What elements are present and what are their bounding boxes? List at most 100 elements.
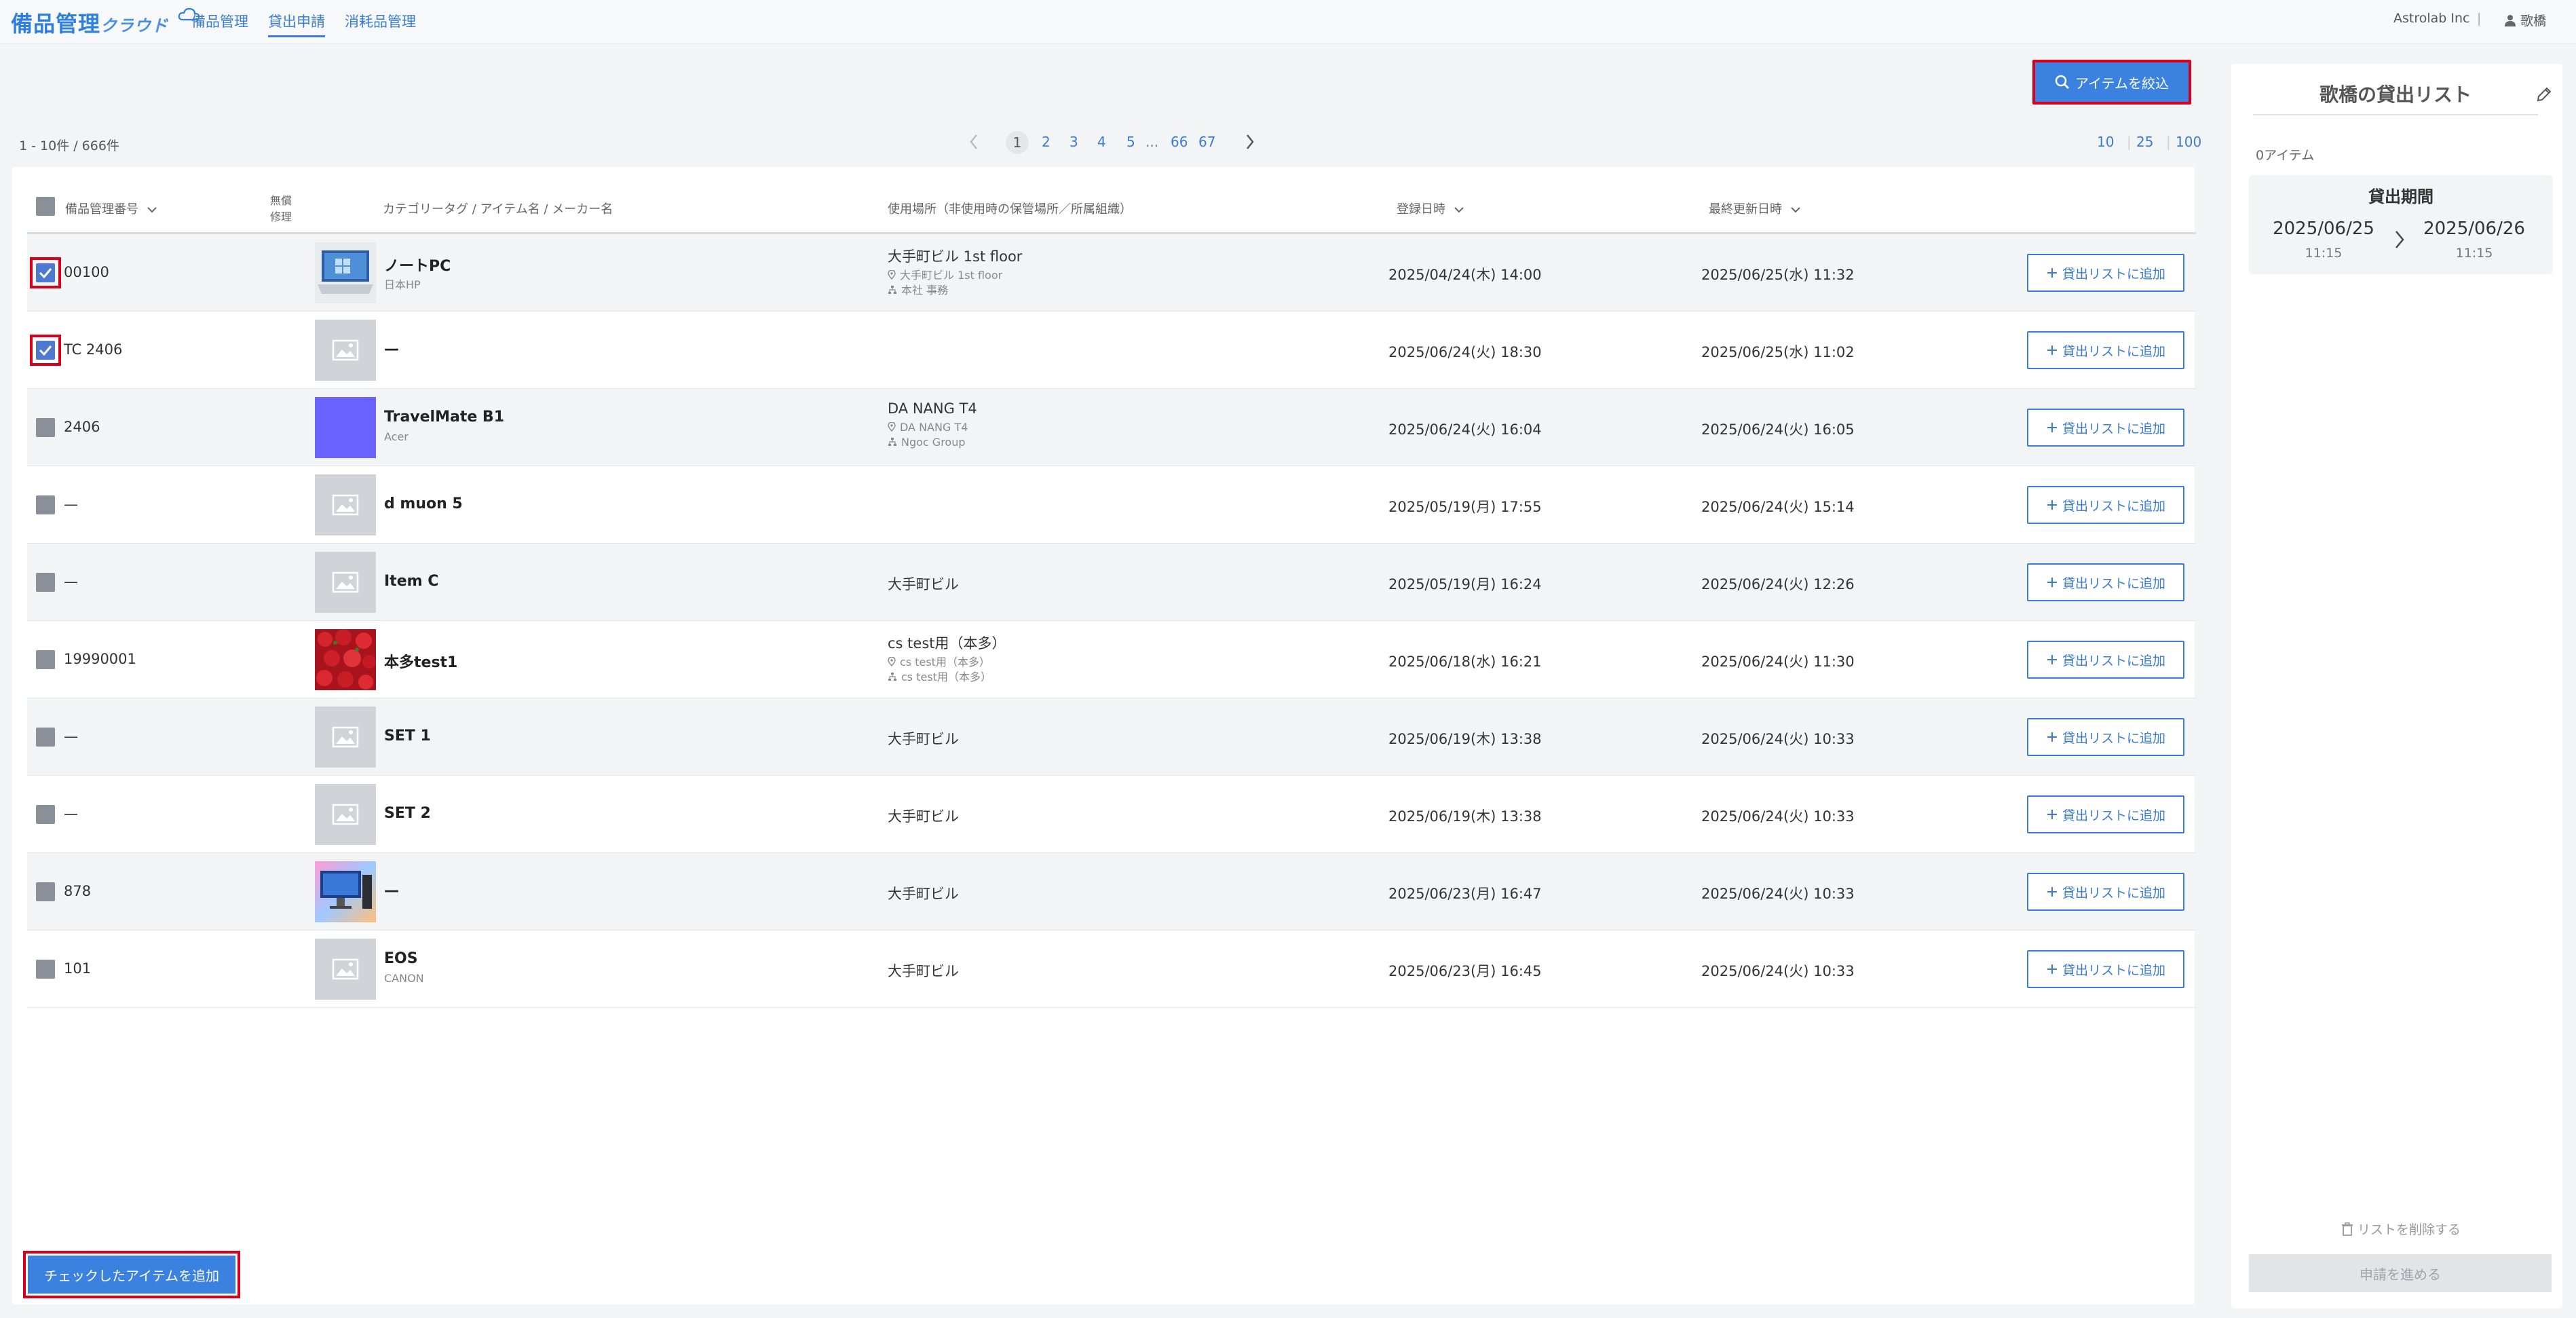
item-thumbnail[interactable] [315, 320, 376, 381]
arrow-right-icon [2394, 229, 2405, 252]
col-header-updated[interactable]: 最終更新日時 [1709, 200, 1801, 217]
registered-datetime: 2025/05/19(月) 17:55 [1388, 499, 1542, 515]
page-2[interactable]: 2 [1042, 134, 1050, 150]
add-to-list-button[interactable]: 貸出リストに追加 [2027, 795, 2184, 833]
item-name[interactable]: d muon 5 [384, 495, 463, 512]
item-name[interactable]: SET 2 [384, 805, 431, 822]
app-logo[interactable]: 備品管理クラウド [11, 7, 201, 38]
filter-items-button[interactable]: アイテムを絞込 [2032, 60, 2191, 105]
col-header-registered[interactable]: 登録日時 [1397, 200, 1464, 217]
org-chart-icon [888, 438, 896, 446]
add-to-list-button[interactable]: 貸出リストに追加 [2027, 254, 2184, 292]
row-checkbox[interactable] [36, 573, 55, 592]
page-size-10[interactable]: 10 [2097, 134, 2114, 150]
page-size-25[interactable]: 25 [2136, 134, 2153, 150]
item-thumbnail[interactable] [315, 629, 376, 690]
plus-icon [2047, 578, 2057, 587]
add-to-list-button[interactable]: 貸出リストに追加 [2027, 563, 2184, 601]
row-checkbox[interactable] [36, 960, 55, 979]
page-5[interactable]: 5 [1126, 134, 1135, 150]
page-67[interactable]: 67 [1198, 134, 1215, 150]
item-thumbnail[interactable] [315, 784, 376, 845]
registered-datetime: 2025/06/18(水) 16:21 [1388, 654, 1542, 670]
image-placeholder-icon [332, 958, 359, 980]
pencil-icon [2537, 87, 2552, 102]
item-name[interactable]: SET 1 [384, 728, 431, 745]
item-thumbnail[interactable] [315, 242, 376, 303]
page-size-separator: | [2127, 134, 2132, 150]
add-checked-items-button[interactable]: チェックしたアイテムを追加 [23, 1251, 240, 1298]
item-thumbnail[interactable] [315, 474, 376, 535]
user-menu[interactable]: 歌橋 [2504, 11, 2546, 29]
add-to-list-button[interactable]: 貸出リストに追加 [2027, 718, 2184, 756]
select-all-checkbox[interactable] [36, 197, 55, 216]
col-header-id[interactable]: 備品管理番号 [65, 200, 157, 217]
prev-page-button[interactable] [969, 134, 979, 153]
nav-consumables[interactable]: 消耗品管理 [345, 11, 416, 31]
item-name[interactable]: 本多test1 [384, 650, 457, 672]
check-icon [39, 268, 52, 279]
page-66[interactable]: 66 [1171, 134, 1188, 150]
updated-datetime: 2025/06/24(火) 15:14 [1701, 499, 1855, 515]
updated-datetime: 2025/06/24(火) 10:33 [1701, 963, 1855, 979]
item-name[interactable]: — [384, 882, 399, 899]
add-to-list-button[interactable]: 貸出リストに追加 [2027, 409, 2184, 447]
row-checkbox[interactable] [36, 495, 55, 514]
item-thumbnail[interactable] [315, 861, 376, 922]
add-to-list-button[interactable]: 貸出リストに追加 [2027, 331, 2184, 369]
add-to-list-button[interactable]: 貸出リストに追加 [2027, 641, 2184, 679]
row-checkbox[interactable] [36, 728, 55, 747]
add-to-list-button[interactable]: 貸出リストに追加 [2027, 486, 2184, 524]
page-size-100[interactable]: 100 [2176, 134, 2201, 150]
delete-list-link[interactable]: リストを削除する [2341, 1220, 2461, 1238]
equipment-id: TC 2406 [64, 341, 123, 358]
org-chart-icon [888, 673, 896, 681]
item-name[interactable]: — [384, 341, 399, 358]
item-thumbnail[interactable] [315, 397, 376, 458]
submit-request-button[interactable]: 申請を進める [2249, 1254, 2552, 1292]
item-maker: 日本HP [384, 278, 421, 291]
period-start-date: 2025/06/25 [2273, 219, 2374, 239]
header-separator: | [2477, 11, 2482, 26]
edit-list-button[interactable] [2535, 86, 2553, 106]
registered-datetime: 2025/06/24(火) 18:30 [1388, 344, 1542, 360]
page-3[interactable]: 3 [1069, 134, 1078, 150]
org-name: Astrolab Inc [2393, 11, 2470, 26]
page-1[interactable]: 1 [1006, 131, 1029, 154]
item-maker: CANON [384, 972, 424, 985]
page-4[interactable]: 4 [1097, 134, 1106, 150]
updated-datetime: 2025/06/25(水) 11:32 [1701, 267, 1855, 283]
row-checkbox[interactable] [36, 882, 55, 901]
add-to-list-button[interactable]: 貸出リストに追加 [2027, 873, 2184, 911]
panel-divider [2253, 114, 2538, 115]
row-checkbox[interactable] [36, 263, 55, 282]
row-checkbox[interactable] [36, 805, 55, 824]
registered-datetime: 2025/06/19(木) 13:38 [1388, 808, 1542, 825]
item-thumbnail[interactable] [315, 707, 376, 768]
image-placeholder-icon [332, 804, 359, 825]
page-ellipsis: ... [1145, 134, 1159, 150]
row-checkbox[interactable] [36, 341, 55, 360]
item-name[interactable]: ノートPC [384, 254, 451, 276]
item-name[interactable]: EOS [384, 950, 418, 967]
organization: cs test用（本多） [888, 668, 991, 684]
item-thumbnail[interactable] [315, 939, 376, 1000]
next-page-button[interactable] [1245, 134, 1255, 153]
nav-lending-request[interactable]: 貸出申請 [268, 11, 325, 37]
map-pin-icon [888, 421, 896, 432]
nav-equipment[interactable]: 備品管理 [191, 11, 248, 31]
row-checkbox[interactable] [36, 650, 55, 669]
item-thumbnail[interactable] [315, 552, 376, 613]
item-name[interactable]: Item C [384, 573, 438, 590]
plus-icon [2047, 732, 2057, 742]
registered-datetime: 2025/06/19(木) 13:38 [1388, 731, 1542, 747]
lending-list-title: 歌橋の貸出リスト [2319, 83, 2471, 106]
plus-icon [2047, 810, 2057, 819]
row-checkbox[interactable] [36, 418, 55, 437]
image-placeholder-icon [332, 494, 359, 516]
add-to-list-button[interactable]: 貸出リストに追加 [2027, 950, 2184, 988]
check-icon [39, 345, 52, 356]
item-name[interactable]: TravelMate B1 [384, 409, 504, 426]
storage-location: cs test用（本多） [888, 653, 990, 669]
plus-icon [2047, 423, 2057, 432]
